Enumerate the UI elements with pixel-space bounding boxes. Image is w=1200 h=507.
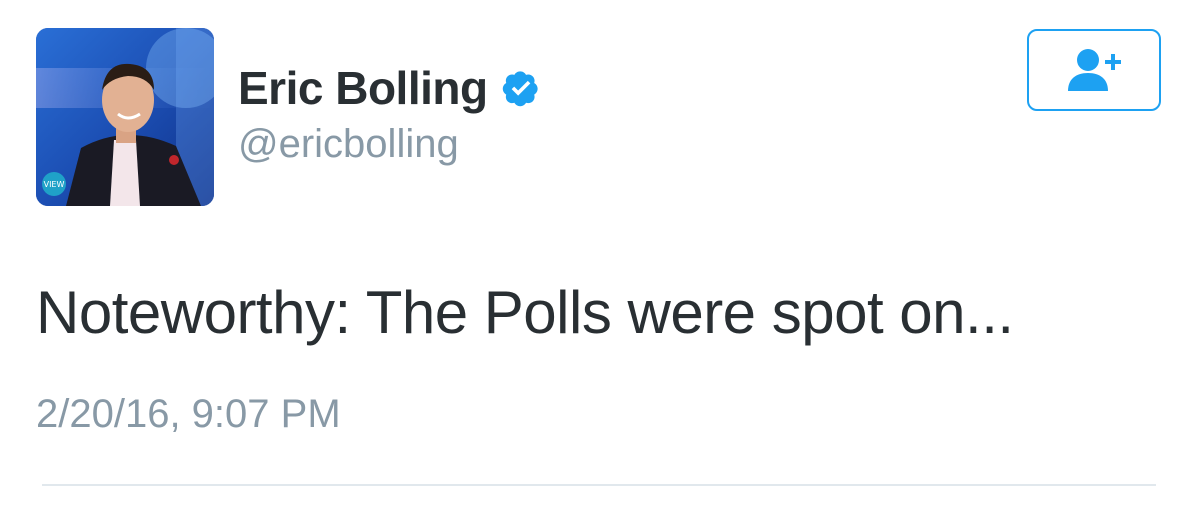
tweet-timestamp[interactable]: 2/20/16, 9:07 PM xyxy=(36,392,341,437)
avatar-badge-text: VIEW xyxy=(44,180,65,189)
display-name[interactable]: Eric Bolling xyxy=(238,61,488,115)
avatar[interactable]: VIEW xyxy=(36,28,214,206)
name-row: Eric Bolling xyxy=(238,58,540,118)
add-user-icon xyxy=(1068,49,1121,91)
follow-button[interactable] xyxy=(1027,29,1161,111)
tweet-text: Noteworthy: The Polls were spot on... xyxy=(36,279,1014,346)
user-handle[interactable]: @ericbolling xyxy=(238,122,459,167)
verified-badge-icon xyxy=(502,69,540,107)
avatar-image: VIEW xyxy=(36,28,214,206)
divider xyxy=(42,484,1156,486)
